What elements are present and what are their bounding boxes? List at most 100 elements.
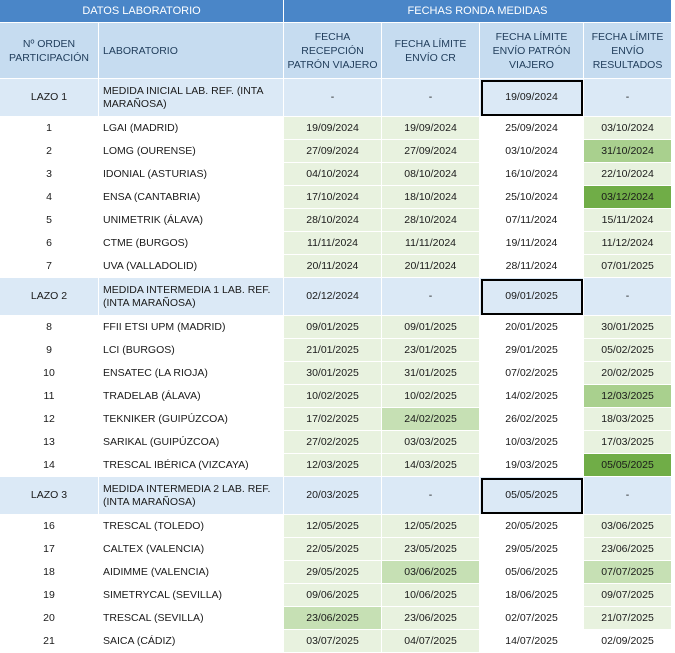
limit-results-cell: 03/12/2024 — [584, 186, 673, 209]
order-cell: LAZO 2 — [0, 278, 99, 316]
reception-cell: 29/05/2025 — [284, 561, 383, 584]
limit-cr-cell: 08/10/2024 — [382, 163, 481, 186]
limit-results-cell: - — [584, 278, 673, 316]
limit-results-cell: 03/06/2025 — [584, 515, 673, 538]
lab-cell: UNIMETRIK (ÁLAVA) — [99, 209, 285, 232]
lab-cell: TRESCAL (TOLEDO) — [99, 515, 285, 538]
limit-cr-cell: 03/06/2025 — [382, 561, 481, 584]
lab-cell: MEDIDA INTERMEDIA 2 LAB. REF. (INTA MARA… — [99, 477, 285, 515]
lab-cell: FFII ETSI UPM (MADRID) — [99, 316, 285, 339]
limit-results-cell: 21/07/2025 — [584, 607, 673, 630]
order-cell: 4 — [0, 186, 99, 209]
lab-cell: TRADELAB (ÁLAVA) — [99, 385, 285, 408]
limit-cr-cell: 18/10/2024 — [382, 186, 481, 209]
limit-patron-cell: 19/09/2024 — [480, 79, 585, 117]
order-cell: 20 — [0, 607, 99, 630]
order-cell: 1 — [0, 117, 99, 140]
limit-cr-cell: 27/09/2024 — [382, 140, 481, 163]
table-row: 2 LOMG (OURENSE) 27/09/2024 27/09/2024 03/10… — [0, 140, 673, 163]
limit-cr-cell: 19/09/2024 — [382, 117, 481, 140]
schedule-sheet: DATOS LABORATORIO FECHAS RONDA MEDIDAS N… — [0, 0, 675, 653]
column-header-limit-results: FECHA LÍMITE ENVÍO RESULTADOS — [584, 23, 673, 79]
limit-patron-cell: 25/10/2024 — [480, 186, 585, 209]
lab-cell: IDONIAL (ASTURIAS) — [99, 163, 285, 186]
limit-results-cell: 30/01/2025 — [584, 316, 673, 339]
limit-cr-cell: 12/05/2025 — [382, 515, 481, 538]
reception-cell: 12/05/2025 — [284, 515, 383, 538]
lazo-row: LAZO 1 MEDIDA INICIAL LAB. REF. (INTA MAR… — [0, 79, 673, 117]
limit-results-cell: 03/10/2024 — [584, 117, 673, 140]
limit-patron-cell: 29/05/2025 — [480, 538, 585, 561]
reception-cell: - — [284, 79, 383, 117]
limit-patron-cell: 02/07/2025 — [480, 607, 585, 630]
limit-patron-cell: 29/01/2025 — [480, 339, 585, 362]
limit-results-cell: 31/10/2024 — [584, 140, 673, 163]
order-cell: 2 — [0, 140, 99, 163]
order-cell: 3 — [0, 163, 99, 186]
order-cell: 10 — [0, 362, 99, 385]
lab-cell: MEDIDA INTERMEDIA 1 LAB. REF. (INTA MARA… — [99, 278, 285, 316]
lab-cell: TEKNIKER (GUIPÚZCOA) — [99, 408, 285, 431]
table-row: 16 TRESCAL (TOLEDO) 12/05/2025 12/05/2025 20… — [0, 515, 673, 538]
lazo-row: LAZO 2 MEDIDA INTERMEDIA 1 LAB. REF. (INT… — [0, 278, 673, 316]
limit-results-cell: 18/03/2025 — [584, 408, 673, 431]
limit-cr-cell: 03/03/2025 — [382, 431, 481, 454]
reception-cell: 30/01/2025 — [284, 362, 383, 385]
limit-results-cell: 22/10/2024 — [584, 163, 673, 186]
order-cell: 9 — [0, 339, 99, 362]
lab-cell: AIDIMME (VALENCIA) — [99, 561, 285, 584]
reception-cell: 23/06/2025 — [284, 607, 383, 630]
reception-cell: 28/10/2024 — [284, 209, 383, 232]
limit-cr-cell: 14/03/2025 — [382, 454, 481, 477]
limit-patron-cell: 03/10/2024 — [480, 140, 585, 163]
table-row: 20 TRESCAL (SEVILLA) 23/06/2025 23/06/2025 0… — [0, 607, 673, 630]
reception-cell: 12/03/2025 — [284, 454, 383, 477]
limit-patron-cell: 09/01/2025 — [480, 278, 585, 316]
limit-cr-cell: 20/11/2024 — [382, 255, 481, 278]
column-header-limit-patron: FECHA LÍMITE ENVÍO PATRÓN VIAJERO — [480, 23, 585, 79]
order-cell: 18 — [0, 561, 99, 584]
limit-cr-cell: - — [382, 278, 481, 316]
limit-patron-cell: 10/03/2025 — [480, 431, 585, 454]
lab-cell: ENSA (CANTABRIA) — [99, 186, 285, 209]
column-header-row: Nº ORDEN PARTICIPACIÓN LABORATORIO FECHA… — [0, 23, 673, 79]
limit-results-cell: 02/09/2025 — [584, 630, 673, 653]
reception-cell: 20/11/2024 — [284, 255, 383, 278]
table-row: 1 LGAI (MADRID) 19/09/2024 19/09/2024 25/09/… — [0, 117, 673, 140]
limit-patron-cell: 20/01/2025 — [480, 316, 585, 339]
order-cell: 6 — [0, 232, 99, 255]
limit-results-cell: 09/07/2025 — [584, 584, 673, 607]
lazo-row: LAZO 3 MEDIDA INTERMEDIA 2 LAB. REF. (INT… — [0, 477, 673, 515]
table-row: 11 TRADELAB (ÁLAVA) 10/02/2025 10/02/2025 14… — [0, 385, 673, 408]
reception-cell: 21/01/2025 — [284, 339, 383, 362]
limit-results-cell: 17/03/2025 — [584, 431, 673, 454]
reception-cell: 03/07/2025 — [284, 630, 383, 653]
limit-results-cell: 20/02/2025 — [584, 362, 673, 385]
lab-cell: UVA (VALLADOLID) — [99, 255, 285, 278]
limit-patron-cell: 18/06/2025 — [480, 584, 585, 607]
limit-patron-cell: 05/06/2025 — [480, 561, 585, 584]
table-row: 6 CTME (BURGOS) 11/11/2024 11/11/2024 19/11/… — [0, 232, 673, 255]
order-cell: 14 — [0, 454, 99, 477]
order-cell: 19 — [0, 584, 99, 607]
group-header-datos-laboratorio: DATOS LABORATORIO — [0, 0, 285, 23]
limit-cr-cell: 28/10/2024 — [382, 209, 481, 232]
lab-cell: SARIKAL (GUIPÚZCOA) — [99, 431, 285, 454]
table-row: 13 SARIKAL (GUIPÚZCOA) 27/02/2025 03/03/202… — [0, 431, 673, 454]
order-cell: 16 — [0, 515, 99, 538]
reception-cell: 09/01/2025 — [284, 316, 383, 339]
table-row: 12 TEKNIKER (GUIPÚZCOA) 17/02/2025 24/02/20… — [0, 408, 673, 431]
limit-patron-cell: 07/11/2024 — [480, 209, 585, 232]
reception-cell: 17/10/2024 — [284, 186, 383, 209]
group-header-fechas-ronda: FECHAS RONDA MEDIDAS — [284, 0, 673, 23]
schedule-table: DATOS LABORATORIO FECHAS RONDA MEDIDAS N… — [0, 0, 673, 653]
lab-cell: MEDIDA INICIAL LAB. REF. (INTA MARAÑOSA) — [99, 79, 285, 117]
reception-cell: 17/02/2025 — [284, 408, 383, 431]
limit-patron-cell: 16/10/2024 — [480, 163, 585, 186]
table-row: 21 SAICA (CÁDIZ) 03/07/2025 04/07/2025 14/07… — [0, 630, 673, 653]
order-cell: 12 — [0, 408, 99, 431]
table-row: 14 TRESCAL IBÉRICA (VIZCAYA) 12/03/2025 14/… — [0, 454, 673, 477]
limit-results-cell: 11/12/2024 — [584, 232, 673, 255]
limit-patron-cell: 05/05/2025 — [480, 477, 585, 515]
order-cell: 17 — [0, 538, 99, 561]
